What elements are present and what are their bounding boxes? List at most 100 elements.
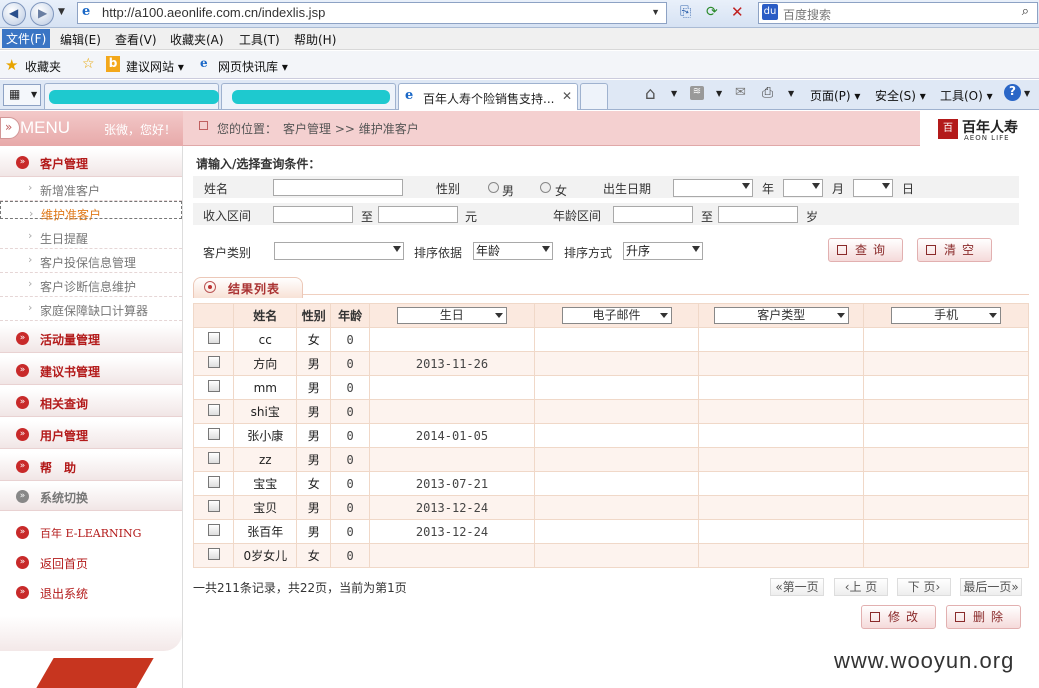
page-menu[interactable]: 页面(P) ▾ xyxy=(810,87,860,104)
menu-toggle-icon[interactable]: » xyxy=(0,117,20,139)
forward-button[interactable]: ▶ xyxy=(30,2,54,26)
header-category[interactable]: 客户类型 xyxy=(698,303,865,328)
url-input[interactable]: e http://a100.aeonlife.com.cn/indexlis.j… xyxy=(77,2,667,24)
delete-button[interactable]: 删除 xyxy=(946,605,1021,629)
sidebar-item-policy-info[interactable]: › 客户投保信息管理 xyxy=(0,249,182,273)
rss-feed-icon[interactable]: ≋ xyxy=(690,86,704,100)
compat-view-icon[interactable]: ⎘ xyxy=(680,4,691,20)
tab-redacted-2[interactable] xyxy=(221,83,396,109)
sort-order-select[interactable]: 升序 xyxy=(623,242,703,260)
table-row[interactable]: 宝宝女 0 2013-07-21 xyxy=(192,471,1029,496)
add-favorite-icon[interactable]: ☆ xyxy=(82,56,95,72)
row-checkbox[interactable] xyxy=(207,500,220,512)
table-row[interactable]: 宝贝男 0 2013-12-24 xyxy=(192,495,1029,520)
table-row[interactable]: zz 男 0 xyxy=(192,447,1029,472)
search-icon[interactable]: ⌕ xyxy=(1022,4,1029,19)
sidebar-section-user[interactable]: » 用户管理 xyxy=(0,421,182,449)
table-row[interactable]: cc 女 0 xyxy=(192,327,1029,352)
sidebar-section-activity[interactable]: » 活动量管理 xyxy=(0,325,182,353)
sidebar-section-query[interactable]: » 相关查询 xyxy=(0,389,182,417)
next-page-button[interactable]: 下 页› xyxy=(897,578,951,596)
home-icon[interactable]: ⌂ xyxy=(645,84,656,104)
row-checkbox[interactable] xyxy=(207,380,220,392)
name-input[interactable] xyxy=(273,179,403,196)
row-checkbox[interactable] xyxy=(207,428,220,440)
row-checkbox[interactable] xyxy=(207,404,220,416)
birth-day-select[interactable] xyxy=(853,179,893,197)
first-page-button[interactable]: «第一页 xyxy=(770,578,824,596)
home-dropdown-icon[interactable]: ▼ xyxy=(671,89,677,98)
sidebar-section-switch[interactable]: » 系统切换 xyxy=(0,483,182,511)
header-birthday[interactable]: 生日 xyxy=(368,303,535,328)
row-checkbox[interactable] xyxy=(207,476,220,488)
menu-tools[interactable]: 工具(T) xyxy=(239,31,280,48)
menu-favorites[interactable]: 收藏夹(A) xyxy=(170,31,224,48)
income-min-input[interactable] xyxy=(273,206,353,223)
last-page-button[interactable]: 最后一页» xyxy=(960,578,1022,596)
sidebar-item-maintain-prospect[interactable]: › 维护准客户 xyxy=(0,201,182,222)
feed-dropdown-icon[interactable]: ▼ xyxy=(716,89,722,98)
tab-redacted-1[interactable] xyxy=(44,83,219,109)
table-row[interactable]: shi宝男 0 xyxy=(192,399,1029,424)
table-row[interactable]: mm 男 0 xyxy=(192,375,1029,400)
results-tab[interactable]: 结果列表 xyxy=(193,277,303,298)
income-max-input[interactable] xyxy=(378,206,458,223)
history-dropdown-icon[interactable]: ▼ xyxy=(58,7,65,17)
favorites-button[interactable]: 收藏夹 xyxy=(25,58,61,75)
new-tab-button[interactable] xyxy=(580,83,608,109)
age-min-input[interactable] xyxy=(613,206,693,223)
tools-menu[interactable]: 工具(O) ▾ xyxy=(940,87,993,104)
gender-female-radio[interactable] xyxy=(540,182,551,193)
sidebar-link-home[interactable]: » 返回首页 xyxy=(0,552,182,576)
row-checkbox[interactable] xyxy=(207,332,220,344)
print-dropdown-icon[interactable]: ▼ xyxy=(788,89,794,98)
query-button[interactable]: 查询 xyxy=(828,238,903,262)
suggested-sites-link[interactable]: 建议网站 ▾ xyxy=(126,58,184,75)
prev-page-button[interactable]: ‹上 页 xyxy=(834,578,888,596)
sidebar-section-proposal[interactable]: » 建议书管理 xyxy=(0,357,182,385)
age-max-input[interactable] xyxy=(718,206,798,223)
print-icon[interactable]: ⎙ xyxy=(762,85,773,101)
sidebar-section-help[interactable]: » 帮 助 xyxy=(0,453,182,481)
menu-file[interactable]: 文件(F) xyxy=(2,29,51,48)
url-dropdown-icon[interactable]: ▼ xyxy=(651,7,660,17)
back-button[interactable]: ◀ xyxy=(2,2,26,26)
menu-edit[interactable]: 编辑(E) xyxy=(60,31,101,48)
header-mobile[interactable]: 手机 xyxy=(863,303,1029,328)
menu-view[interactable]: 查看(V) xyxy=(115,31,157,48)
table-row[interactable]: 张百年男 0 2013-12-24 xyxy=(192,519,1029,544)
close-tab-icon[interactable]: ✕ xyxy=(562,89,572,103)
safety-menu[interactable]: 安全(S) ▾ xyxy=(875,87,926,104)
sort-by-select[interactable]: 年龄 xyxy=(473,242,553,260)
refresh-icon[interactable]: ⟳ xyxy=(706,4,718,20)
row-checkbox[interactable] xyxy=(207,524,220,536)
web-slice-link[interactable]: 网页快讯库 ▾ xyxy=(218,58,288,75)
sidebar-link-logout[interactable]: » 退出系统 xyxy=(0,582,182,606)
birth-month-select[interactable] xyxy=(783,179,823,197)
sidebar-item-birthday[interactable]: › 生日提醒 xyxy=(0,225,182,249)
row-checkbox[interactable] xyxy=(207,356,220,368)
header-email[interactable]: 电子邮件 xyxy=(533,303,700,328)
sidebar-item-new-prospect[interactable]: › 新增准客户 xyxy=(0,177,182,201)
help-dropdown-icon[interactable]: ▼ xyxy=(1024,89,1030,98)
sidebar-link-elearning[interactable]: » 百年 E-LEARNING xyxy=(0,522,182,546)
sidebar-item-gap-calculator[interactable]: › 家庭保障缺口计算器 xyxy=(0,297,182,321)
help-icon[interactable]: ? xyxy=(1004,84,1021,101)
gender-male-radio[interactable] xyxy=(488,182,499,193)
table-row[interactable]: 张小康男 0 2014-01-05 xyxy=(192,423,1029,448)
quick-tabs-button[interactable]: ▦ ▼ xyxy=(3,84,41,106)
sidebar-item-diagnosis[interactable]: › 客户诊断信息维护 xyxy=(0,273,182,297)
search-input[interactable]: du 百度搜索 ⌕ xyxy=(758,2,1038,24)
mail-icon[interactable]: ✉ xyxy=(735,85,746,100)
row-checkbox[interactable] xyxy=(207,548,220,560)
edit-button[interactable]: 修改 xyxy=(861,605,936,629)
menu-help[interactable]: 帮助(H) xyxy=(294,31,336,48)
tab-active[interactable]: e 百年人寿个险销售支持... ✕ xyxy=(398,83,578,110)
row-checkbox[interactable] xyxy=(207,452,220,464)
table-row[interactable]: 0岁女儿女 0 xyxy=(192,543,1029,568)
category-select[interactable] xyxy=(274,242,404,260)
birth-year-select[interactable] xyxy=(673,179,753,197)
stop-icon[interactable]: ✕ xyxy=(731,3,744,21)
table-row[interactable]: 方向男 0 2013-11-26 xyxy=(192,351,1029,376)
sidebar-section-customer[interactable]: » 客户管理 xyxy=(0,149,182,177)
